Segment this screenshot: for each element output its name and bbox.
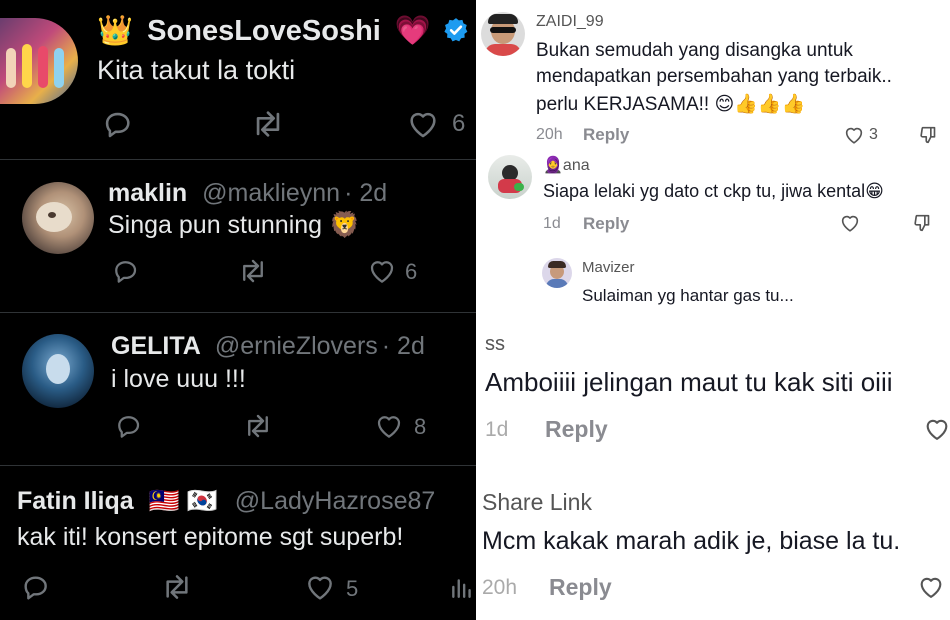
analytics-icon[interactable] [449,571,475,603]
tweet-time: · 2d [344,179,388,207]
comment-username[interactable]: ss [485,333,505,356]
comment-text-line: perlu KERJASAMA!! 😊👍👍👍 [536,94,806,115]
tweet-handle[interactable]: @maklieynn [202,179,340,207]
dislike-icon[interactable] [917,124,941,146]
tweet-text: Singa pun stunning 🦁 [108,211,361,239]
divider [0,159,476,160]
comment-username[interactable]: Share Link [482,489,592,516]
tiktok-comments-panel: ZAIDI_99 Bukan semudah yang disangka unt… [476,0,950,620]
retweet-icon[interactable] [248,107,288,141]
tweet-author[interactable]: GELITA @ernieZlovers · 2d [111,332,425,361]
crown-emoji: 👑 [97,15,134,47]
divider [0,465,476,466]
like-icon[interactable] [303,571,337,603]
comment-text: Siapa lelaki yg dato ct ckp tu, jiwa ken… [543,181,884,201]
tweet-text: i love uuu !!! [111,365,246,393]
comment-text-line: mendapatkan persembahan yang terbaik.. [536,66,892,87]
tweet-time: · 2d [381,332,425,360]
flag-emojis: 🇲🇾 🇰🇷 [148,487,218,515]
like-icon[interactable] [838,212,862,234]
avatar[interactable] [481,12,525,56]
like-count: 3 [869,126,878,143]
like-count: 6 [452,110,466,137]
divider [0,312,476,313]
dislike-icon[interactable] [911,212,935,234]
tweet-handle[interactable]: @ernieZlovers [215,332,378,360]
reply-icon[interactable] [18,571,52,603]
comment-text: Mcm kakak marah adik je, biase la tu. [482,527,901,555]
tweet-text: kak iti! konsert epitome sgt superb! [17,523,404,551]
retweet-icon[interactable] [235,256,271,286]
like-count: 5 [346,576,359,601]
like-icon[interactable] [404,107,442,141]
avatar[interactable] [542,258,572,288]
comment-time: 1d [543,215,561,232]
reply-icon[interactable] [99,107,135,141]
verified-badge-icon [444,18,468,42]
user-emoji: 🧕 [543,157,563,174]
tweet-author[interactable]: Fatin Iliqa 🇲🇾 🇰🇷 @LadyHazrose87 [17,487,435,516]
like-icon[interactable] [366,256,398,286]
comment-time: 1d [485,418,509,441]
reply-button[interactable]: Reply [583,125,629,145]
like-icon[interactable] [842,124,866,146]
tweet-text: Kita takut la tokti [97,55,296,85]
reply-button[interactable]: Reply [545,416,608,443]
comment-time: 20h [482,576,518,599]
comment-text-line: Bukan semudah yang disangka untuk [536,40,853,61]
twitter-replies-panel: 👑 SonesLoveSoshi 💗 Kita takut la tokti 6… [0,0,476,620]
comment-username[interactable]: ZAIDI_99 [536,13,604,31]
avatar[interactable] [22,334,94,408]
comment-username[interactable]: 🧕ana [543,155,590,175]
tweet-author[interactable]: maklin @maklieynn · 2d [108,179,387,208]
comment-username[interactable]: Mavizer [582,259,635,276]
like-icon[interactable] [373,411,405,441]
avatar[interactable] [488,155,532,199]
tweet-handle[interactable]: @LadyHazrose87 [235,487,436,515]
retweet-icon[interactable] [158,571,196,603]
tweet-author[interactable]: 👑 SonesLoveSoshi 💗 [97,14,469,48]
avatar[interactable] [0,18,78,104]
retweet-icon[interactable] [240,411,276,441]
like-icon[interactable] [916,573,946,601]
like-count: 8 [414,414,427,439]
reply-icon[interactable] [109,256,141,286]
comment-time: 20h [536,126,563,143]
comment-text: Amboiiii jelingan maut tu kak siti oiii [485,367,893,397]
like-icon[interactable] [922,415,950,443]
avatar[interactable] [22,182,94,254]
heart-emoji: 💗 [394,15,432,47]
like-count: 6 [405,259,418,284]
reply-button[interactable]: Reply [549,574,612,601]
reply-button[interactable]: Reply [583,214,629,234]
reply-icon[interactable] [112,411,144,441]
comment-text: Sulaiman yg hantar gas tu... [582,286,794,305]
